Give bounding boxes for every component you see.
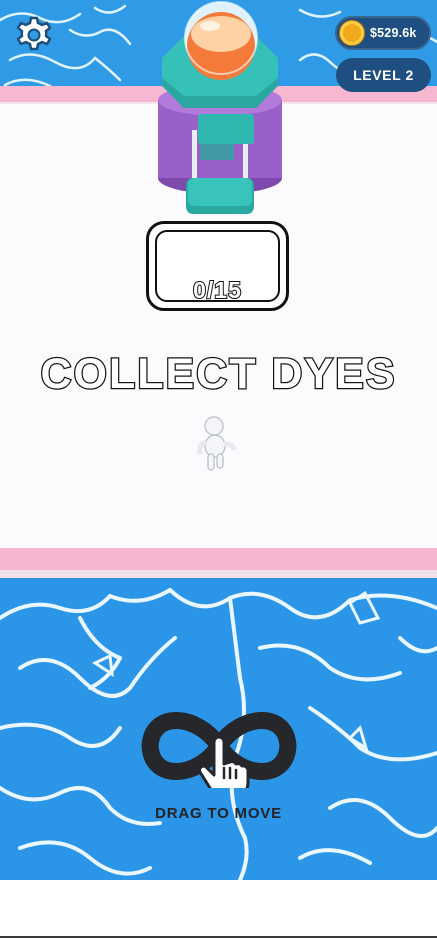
dye-count: 0/15 xyxy=(192,276,242,304)
coin-icon xyxy=(340,21,364,45)
drag-hint-label: DRAG TO MOVE xyxy=(155,805,282,822)
coin-amount: $529.6k xyxy=(370,26,417,40)
game-scene[interactable]: $529.6k LEVEL 2 0/15 COLLECT DYES DRAG T… xyxy=(0,0,437,938)
rail-bottom xyxy=(0,548,437,578)
settings-button[interactable] xyxy=(14,14,54,54)
infinity-hand-icon xyxy=(141,712,297,788)
dye-machine xyxy=(158,1,282,214)
coin-balance: $529.6k xyxy=(335,16,431,50)
level-badge: LEVEL 2 xyxy=(336,58,431,92)
gear-icon xyxy=(16,16,52,51)
bottom-strip xyxy=(0,880,437,938)
dye-tray: 0/15 xyxy=(146,221,289,311)
player-character[interactable] xyxy=(194,414,238,474)
level-label: LEVEL 2 xyxy=(353,67,414,83)
objective-title: COLLECT DYES xyxy=(39,349,397,400)
